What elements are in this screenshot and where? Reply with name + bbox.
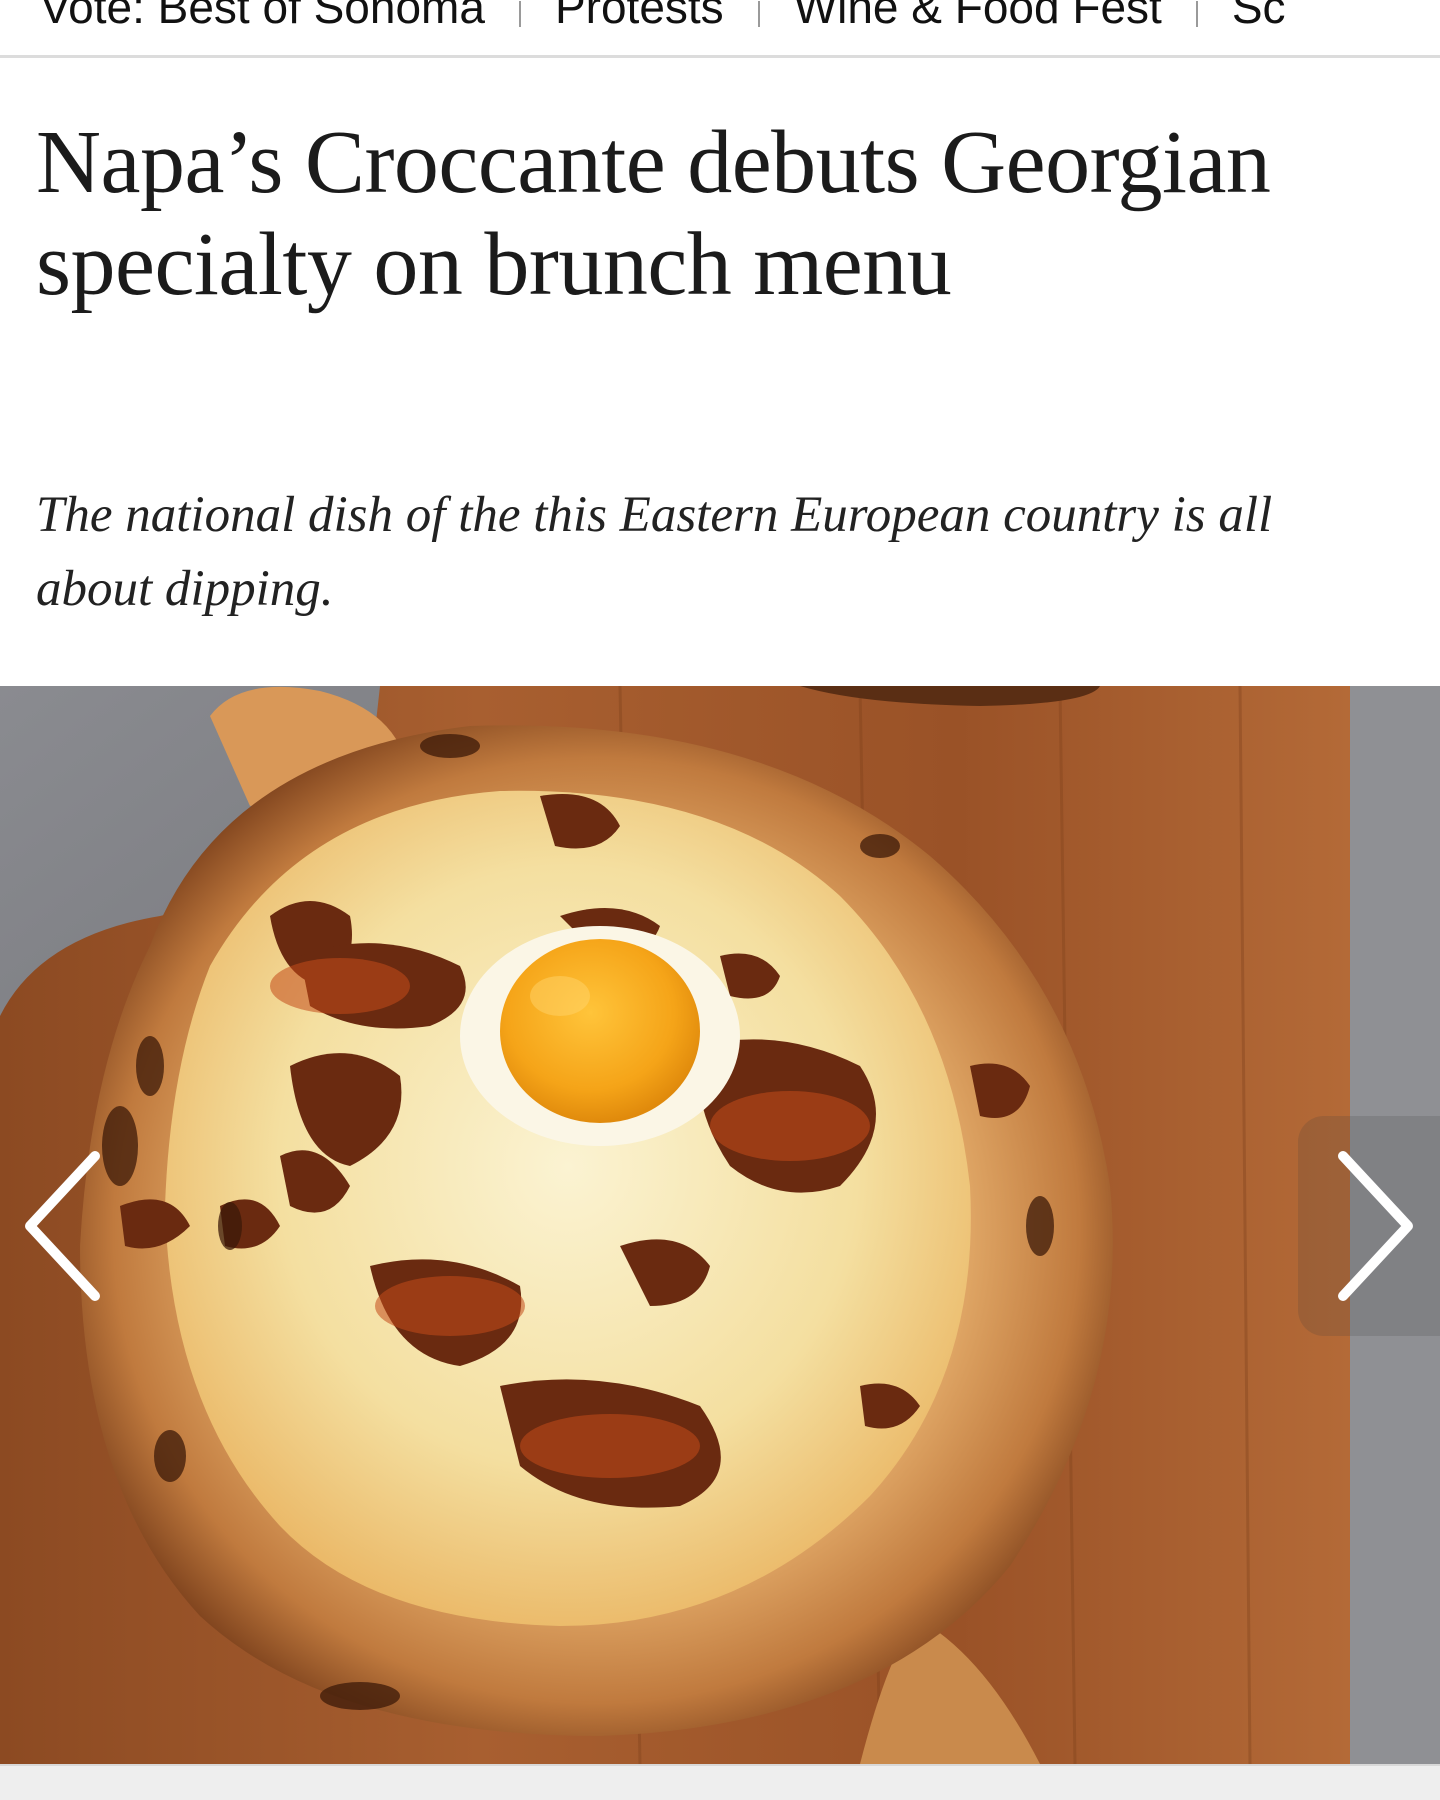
topnav-track: Vote: Best of Sonoma Protests Wine & Foo… — [40, 0, 1286, 36]
gallery-next-button[interactable] — [1298, 1116, 1440, 1336]
article-subheadline: The national dish of the this Eastern Eu… — [36, 487, 1273, 617]
nav-link-protests[interactable]: Protests — [555, 0, 724, 36]
gallery-prev-button[interactable] — [0, 1116, 120, 1336]
top-navigation: Vote: Best of Sonoma Protests Wine & Foo… — [0, 0, 1440, 58]
nav-divider — [1195, 1, 1198, 27]
nav-link-wine-food-fest[interactable]: Wine & Food Fest — [794, 0, 1162, 36]
nav-divider — [518, 1, 521, 27]
chevron-right-icon — [1338, 1151, 1413, 1301]
nav-link-truncated[interactable]: Sc — [1232, 0, 1286, 36]
nav-divider — [757, 1, 760, 27]
nav-link-best-of-sonoma[interactable]: Vote: Best of Sonoma — [40, 0, 485, 36]
chevron-left-icon — [25, 1151, 100, 1301]
gallery-photo — [0, 686, 1440, 1764]
photo-caption-strip — [0, 1764, 1440, 1800]
article-headline: Napa’s Croccante debuts Georgian special… — [36, 113, 1271, 314]
photo-gallery — [0, 686, 1440, 1764]
